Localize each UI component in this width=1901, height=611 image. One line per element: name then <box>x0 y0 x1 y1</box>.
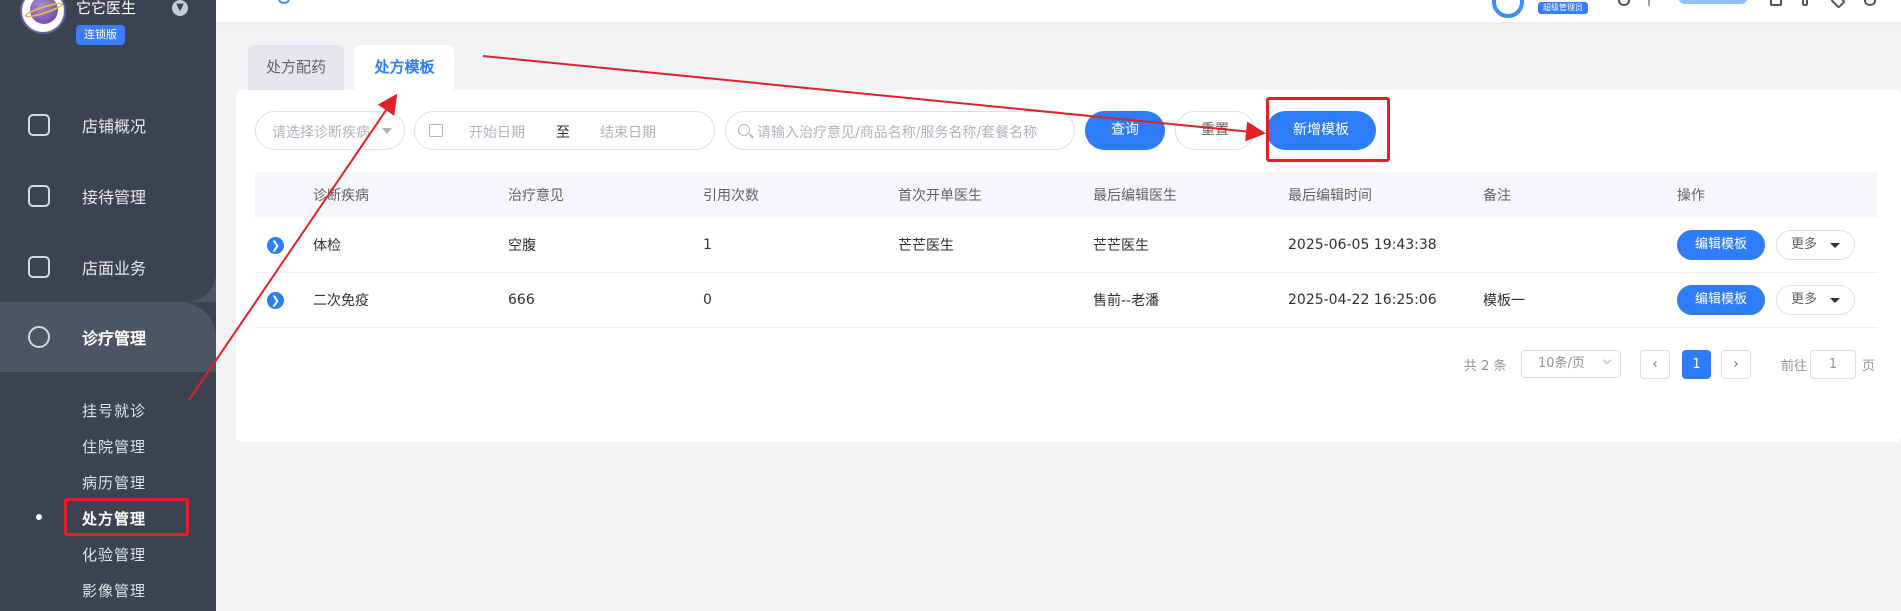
cell-last-doctor: 售前--老潘 <box>1093 293 1160 309</box>
tab-prescription-template[interactable]: 处方模板 <box>355 45 454 90</box>
more-label: 更多 <box>1791 292 1818 307</box>
edit-template-button[interactable]: 编辑模板 <box>1677 230 1765 260</box>
sidebar-item-label: 店铺概况 <box>82 117 147 136</box>
annotation-highlight-box <box>1266 97 1390 162</box>
cell-last-time: 2025-06-05 19:43:38 <box>1288 237 1437 253</box>
cell-first-doctor: 芒芒医生 <box>898 238 954 254</box>
top-header: 超级管理员 <box>216 0 1901 22</box>
header-pill-button[interactable] <box>1678 0 1748 4</box>
refresh-icon[interactable] <box>278 0 290 4</box>
page-size-select[interactable]: 10条/页 <box>1521 350 1621 378</box>
role-badge: 超级管理员 <box>1538 2 1588 14</box>
tab-prescription-dispense[interactable]: 处方配药 <box>248 45 344 90</box>
divider-icon <box>1648 0 1650 6</box>
sidebar-item-label: 诊疗管理 <box>82 329 147 348</box>
cell-treatment: 666 <box>508 292 535 308</box>
annotation-highlight-box <box>64 498 189 536</box>
settings-icon[interactable] <box>1864 0 1876 6</box>
cell-last-time: 2025-04-22 16:25:06 <box>1288 292 1437 308</box>
cell-last-doctor: 芒芒医生 <box>1093 238 1149 254</box>
more-dropdown[interactable]: 更多 <box>1776 285 1855 315</box>
column-header: 最后编辑医生 <box>1093 188 1177 204</box>
search-placeholder: 请输入治疗意见/商品名称/服务名称/套餐名称 <box>757 125 1038 141</box>
caret-down-icon <box>382 128 392 134</box>
medical-kit-icon <box>28 326 50 348</box>
current-page[interactable]: 1 <box>1682 350 1711 379</box>
clinic-name: 它它医生 <box>76 0 137 17</box>
start-date-input[interactable]: 开始日期 <box>469 122 525 142</box>
clinic-switcher[interactable]: 它它医生 连锁版 ▼ <box>0 0 216 62</box>
goto-label: 前往 <box>1781 359 1808 374</box>
column-header: 最后编辑时间 <box>1288 188 1372 204</box>
dashboard-icon <box>28 114 50 136</box>
cell-count: 1 <box>703 237 712 253</box>
sidebar-item-label: 接待管理 <box>82 188 147 207</box>
page-suffix: 页 <box>1862 359 1876 374</box>
calendar-icon <box>429 124 443 137</box>
pagination-total: 共 2 条 <box>1464 359 1507 374</box>
date-separator: 至 <box>556 125 570 141</box>
sidebar: 它它医生 连锁版 ▼ 店铺概况 接待管理 店面业务 诊疗管理 挂号就诊 住院管理… <box>0 0 216 611</box>
sidebar-item-reception[interactable]: 接待管理 <box>0 161 216 231</box>
column-header: 操作 <box>1677 188 1705 204</box>
end-date-input[interactable]: 结束日期 <box>600 122 656 142</box>
date-range-picker[interactable]: 开始日期 至 结束日期 <box>414 111 715 150</box>
sidebar-subitem-registration[interactable]: 挂号就诊 <box>82 400 146 421</box>
sidebar-subitem-records[interactable]: 病历管理 <box>82 472 146 493</box>
expand-row-icon[interactable]: ❯ <box>267 237 284 254</box>
reception-icon <box>28 185 50 207</box>
avatar[interactable] <box>1492 0 1524 18</box>
diagnosis-placeholder: 请选择诊断疾病 <box>272 125 370 141</box>
search-input[interactable]: 请输入治疗意见/商品名称/服务名称/套餐名称 <box>725 111 1075 150</box>
column-header: 引用次数 <box>703 188 759 204</box>
cell-diagnosis: 二次免疫 <box>313 293 369 309</box>
cell-diagnosis: 体检 <box>313 238 341 254</box>
cell-count: 0 <box>703 292 712 308</box>
expand-row-icon[interactable]: ❯ <box>267 292 284 309</box>
sidebar-subitem-imaging[interactable]: 影像管理 <box>82 580 146 601</box>
cell-note: 模板一 <box>1483 293 1525 309</box>
edit-template-button[interactable]: 编辑模板 <box>1677 285 1765 315</box>
cell-treatment: 空腹 <box>508 238 536 254</box>
column-header: 诊断疾病 <box>313 188 369 204</box>
chevron-down-icon <box>1602 355 1612 365</box>
prev-page-button[interactable]: ‹ <box>1640 350 1670 379</box>
column-header: 首次开单医生 <box>898 188 982 204</box>
edition-badge: 连锁版 <box>76 25 125 45</box>
search-icon <box>738 124 750 136</box>
caret-down-icon <box>1830 298 1840 303</box>
template-table: 诊断疾病 治疗意见 引用次数 首次开单医生 最后编辑医生 最后编辑时间 备注 操… <box>255 172 1878 328</box>
more-dropdown[interactable]: 更多 <box>1776 230 1855 260</box>
column-header: 备注 <box>1483 188 1511 204</box>
message-icon[interactable] <box>1770 0 1782 6</box>
sidebar-subitem-lab[interactable]: 化验管理 <box>82 544 146 565</box>
reset-button[interactable]: 重置 <box>1175 111 1255 150</box>
store-icon <box>28 256 50 278</box>
sidebar-item-label: 店面业务 <box>82 259 147 278</box>
table-row: ❯ 体检 空腹 1 芒芒医生 芒芒医生 2025-06-05 19:43:38 … <box>255 218 1878 273</box>
page-size-value: 10条/页 <box>1538 356 1585 371</box>
diagnosis-select[interactable]: 请选择诊断疾病 <box>255 111 405 150</box>
active-dot <box>36 514 42 520</box>
table-header: 诊断疾病 治疗意见 引用次数 首次开单医生 最后编辑医生 最后编辑时间 备注 操… <box>255 172 1878 218</box>
sidebar-item-medical[interactable]: 诊疗管理 <box>0 302 216 372</box>
bell-icon[interactable] <box>1618 0 1630 6</box>
caret-down-icon <box>1830 243 1840 248</box>
goto-page-input[interactable]: 1 <box>1810 350 1856 379</box>
bulb-icon[interactable] <box>1802 0 1808 6</box>
table-row: ❯ 二次免疫 666 0 售前--老潘 2025-04-22 16:25:06 … <box>255 273 1878 328</box>
sidebar-subitem-inpatient[interactable]: 住院管理 <box>82 436 146 457</box>
more-label: 更多 <box>1791 237 1818 252</box>
query-button[interactable]: 查询 <box>1085 111 1165 150</box>
sidebar-item-overview[interactable]: 店铺概况 <box>0 90 216 160</box>
pen-icon[interactable] <box>1830 0 1846 9</box>
clinic-logo <box>20 0 66 34</box>
column-header: 治疗意见 <box>508 188 564 204</box>
chevron-down-icon[interactable]: ▼ <box>172 0 188 16</box>
next-page-button[interactable]: › <box>1721 350 1751 379</box>
